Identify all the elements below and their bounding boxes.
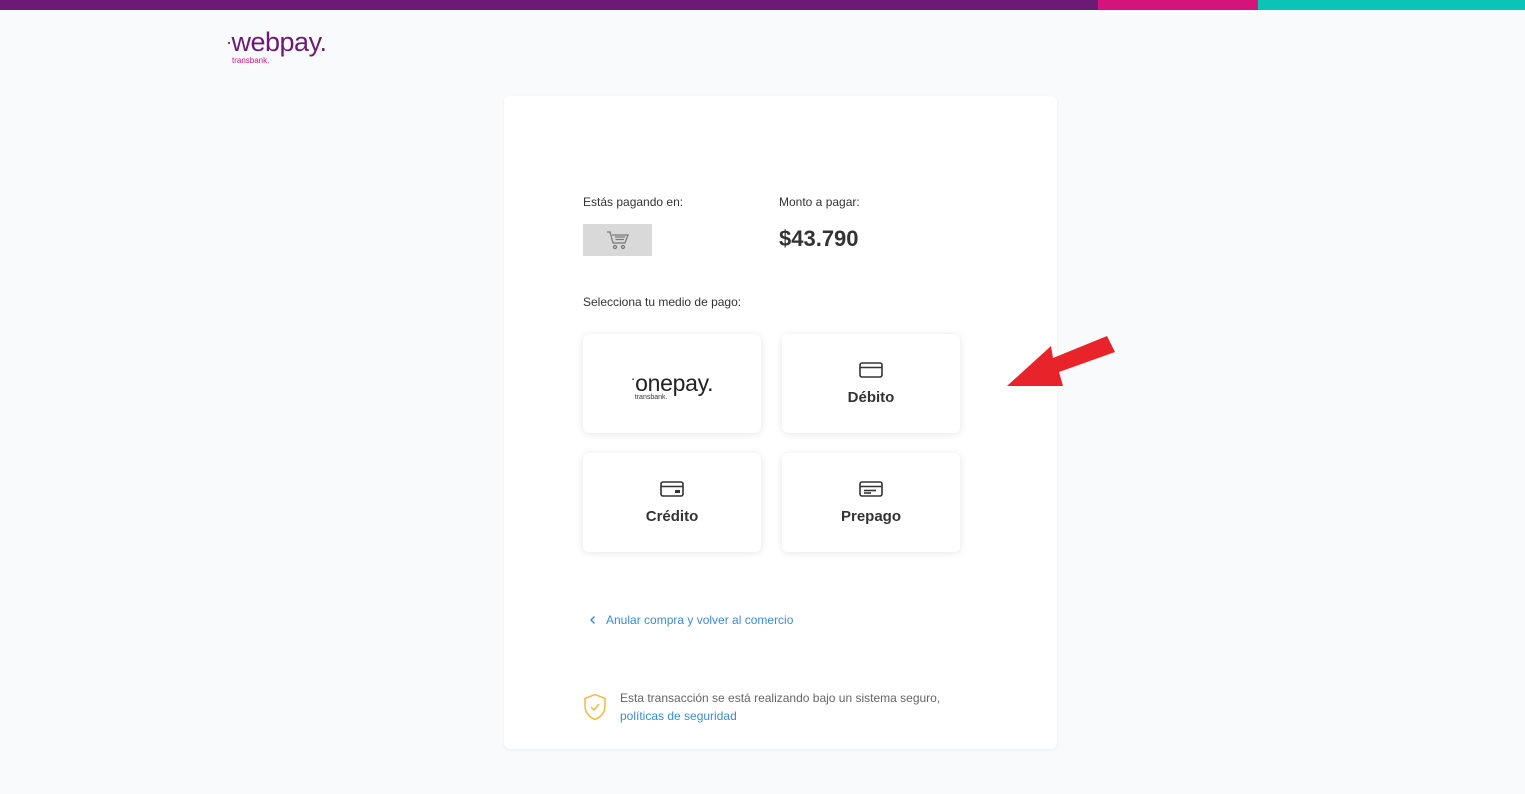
- amount-value: $43.790: [779, 226, 859, 251]
- top-bar-purple: [0, 0, 1098, 10]
- top-bar-magenta: [1098, 0, 1258, 10]
- amount-label: Monto a pagar:: [779, 195, 860, 209]
- payment-card: Estás pagando en: Monto a pagar: $43.790…: [504, 96, 1057, 749]
- credit-card-icon: [660, 481, 684, 497]
- security-policy-link[interactable]: políticas de seguridad: [620, 707, 940, 725]
- top-bar-teal: [1258, 0, 1525, 10]
- paying-at-label: Estás pagando en:: [583, 195, 684, 209]
- prepaid-card-icon: [859, 481, 883, 497]
- credit-option[interactable]: Crédito: [583, 453, 761, 552]
- security-notice: Esta transacción se está realizando bajo…: [583, 689, 940, 725]
- debit-option[interactable]: Débito: [782, 334, 960, 433]
- top-color-bar: [0, 0, 1525, 10]
- onepay-logo-subtext: transbank.: [634, 394, 668, 401]
- prepaid-option[interactable]: Prepago: [782, 453, 960, 552]
- webpay-logo-text: webpay.: [231, 27, 328, 57]
- merchant-logo: [583, 224, 652, 256]
- chevron-left-icon: [590, 616, 595, 624]
- cancel-purchase-label: Anular compra y volver al comercio: [606, 613, 794, 627]
- webpay-logo-subtext: transbank.: [232, 56, 270, 65]
- debit-option-label: Débito: [847, 389, 895, 406]
- shopping-cart-icon: [606, 231, 629, 250]
- security-text: Esta transacción se está realizando bajo…: [620, 691, 941, 705]
- prepaid-option-label: Prepago: [840, 508, 901, 525]
- onepay-logo-text: onepay.: [635, 370, 714, 396]
- cancel-purchase-link[interactable]: Anular compra y volver al comercio: [588, 613, 793, 627]
- shield-check-icon: [584, 693, 606, 721]
- select-method-label: Selecciona tu medio de pago:: [583, 295, 742, 309]
- webpay-logo: ·webpay. transbank.: [226, 27, 328, 65]
- credit-option-label: Crédito: [645, 508, 699, 525]
- red-arrow-icon: [1007, 336, 1115, 386]
- debit-card-icon: [859, 362, 883, 378]
- onepay-option[interactable]: ·onepay. transbank.: [583, 334, 761, 433]
- onepay-logo: ·onepay. transbank.: [630, 370, 714, 401]
